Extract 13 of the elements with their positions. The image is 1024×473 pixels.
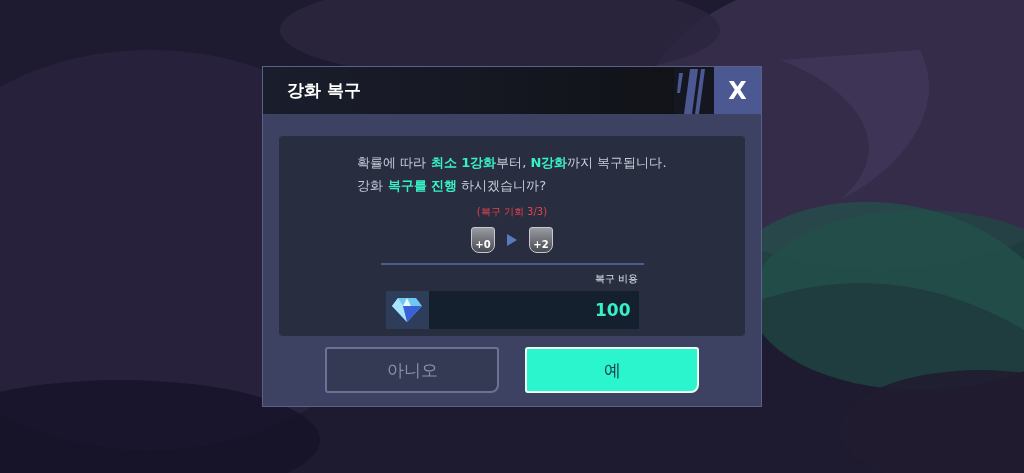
- play-arrow-icon: [507, 234, 517, 246]
- diamond-icon: [391, 297, 423, 323]
- from-level-badge: +0: [471, 227, 495, 253]
- dialog-title: 강화 복구: [263, 67, 674, 114]
- yes-button[interactable]: 예: [525, 347, 699, 393]
- chance-count: (복구 기회 3/3): [476, 205, 548, 219]
- no-button[interactable]: 아니오: [325, 347, 499, 393]
- cost-label: 복구 비용: [594, 272, 639, 286]
- close-button[interactable]: X: [714, 67, 761, 114]
- cost-value: 100: [594, 299, 632, 322]
- message-line: 강화 복구를 진행 하시겠습니까?: [357, 177, 548, 195]
- message-line: 확률에 따라 최소 1강화부터, N강화까지 복구됩니다.: [357, 154, 667, 172]
- to-level-badge: +2: [529, 227, 553, 253]
